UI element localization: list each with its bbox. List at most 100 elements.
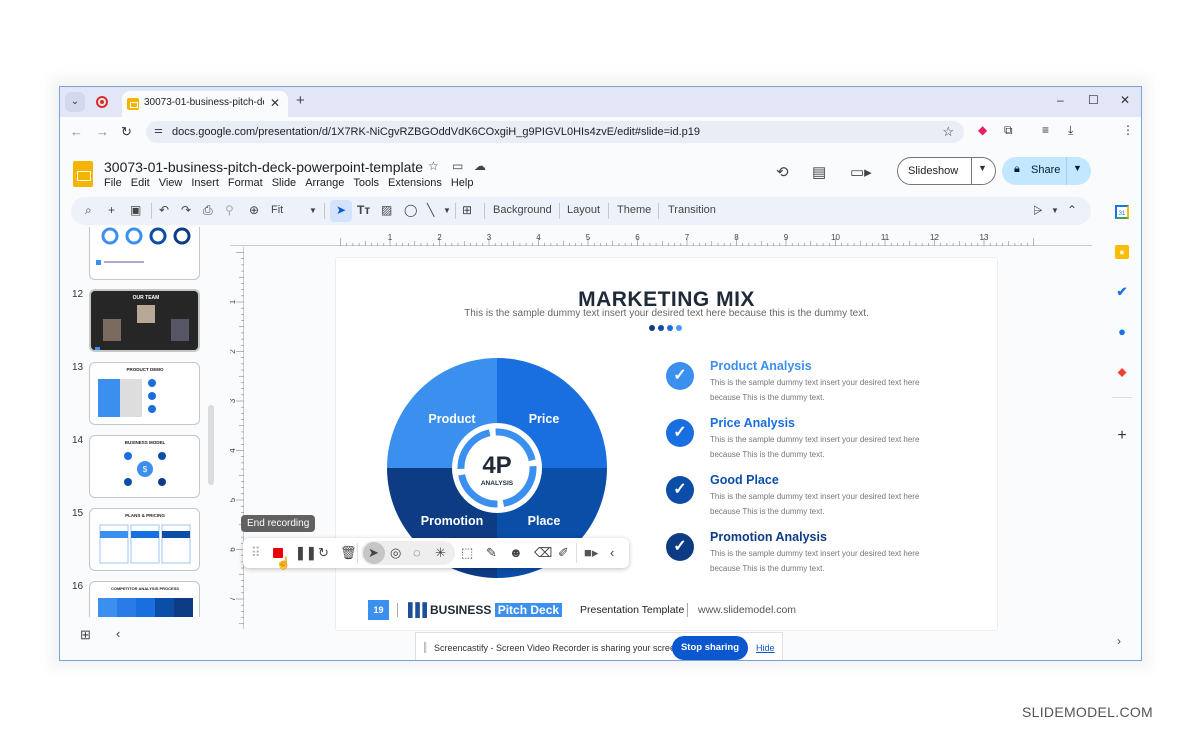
search-menus-icon[interactable]: ⌕ xyxy=(85,203,92,218)
keep-icon[interactable]: ● xyxy=(1115,245,1129,259)
meet-camera-icon[interactable]: ▭▸ xyxy=(850,163,872,181)
recording-indicator-icon[interactable] xyxy=(96,96,108,108)
menu-file[interactable]: File xyxy=(104,177,122,189)
layout-button[interactable]: Layout xyxy=(567,204,600,216)
line-icon[interactable]: ╲ xyxy=(427,203,434,217)
add-comment-icon[interactable]: ⊞ xyxy=(462,203,472,217)
background-button[interactable]: Background xyxy=(493,204,552,216)
tab-close-icon[interactable]: ✕ xyxy=(270,96,280,110)
spotlight-icon[interactable]: ◌ xyxy=(413,545,421,560)
maximize-button[interactable]: ☐ xyxy=(1088,93,1099,107)
star-icon[interactable]: ☆ xyxy=(428,159,439,173)
collapse-toolbar-icon[interactable]: ⌃ xyxy=(1067,203,1077,217)
shape-icon[interactable]: ◯ xyxy=(404,203,417,217)
menu-tools[interactable]: Tools xyxy=(353,177,379,189)
forward-icon[interactable]: → xyxy=(96,124,109,139)
text-box-icon[interactable]: Tт xyxy=(357,203,370,217)
add-addon-icon[interactable]: + xyxy=(1115,428,1129,444)
slide-thumbnail[interactable] xyxy=(89,227,200,280)
google-slides-logo[interactable] xyxy=(73,161,93,187)
theme-button[interactable]: Theme xyxy=(617,204,651,216)
menu-help[interactable]: Help xyxy=(451,177,474,189)
paint-format-icon[interactable]: ⚲ xyxy=(225,203,234,217)
tasks-icon[interactable]: ✔ xyxy=(1115,285,1129,299)
emoji-sticker-icon[interactable]: ☻ xyxy=(509,545,523,560)
collapse-filmstrip-icon[interactable]: ‹ xyxy=(116,626,120,641)
menu-insert[interactable]: Insert xyxy=(191,177,219,189)
eraser-icon[interactable]: ⌫ xyxy=(534,545,552,561)
expand-side-panel-icon[interactable]: › xyxy=(1117,634,1121,648)
webcam-icon[interactable]: ■▸ xyxy=(584,545,598,561)
url-text[interactable]: docs.google.com/presentation/d/1X7RK-NiC… xyxy=(172,126,700,138)
share-button[interactable]: 🔒︎ Share ▼ xyxy=(1002,157,1091,185)
print-icon[interactable]: ⎙ xyxy=(203,203,213,218)
download-icon[interactable]: ⤓ xyxy=(1068,123,1073,138)
close-window-button[interactable]: ✕ xyxy=(1120,93,1130,107)
slide-thumbnail[interactable]: COMPETITOR ANALYSIS PROCESS xyxy=(89,581,200,617)
pen-chevron-down-icon[interactable]: ▼ xyxy=(1051,206,1059,215)
undo-icon[interactable]: ↶ xyxy=(159,203,169,217)
tab-search-button[interactable]: ⌄ xyxy=(65,92,85,112)
contacts-icon[interactable]: ● xyxy=(1115,325,1129,339)
pointer-icon[interactable]: ➤ xyxy=(368,545,379,561)
slide-thumbnail[interactable]: PRODUCT DEMO xyxy=(89,362,200,425)
select-cursor-icon[interactable]: ➤ xyxy=(336,203,346,217)
new-slide-icon[interactable]: + xyxy=(108,203,115,217)
screencastify-extension-icon[interactable]: ◆ xyxy=(978,123,987,137)
crop-select-icon[interactable]: ⬚ xyxy=(461,545,473,561)
reload-icon[interactable]: ↻ xyxy=(121,124,132,140)
menu-view[interactable]: View xyxy=(159,177,183,189)
chevron-down-icon[interactable]: ▼ xyxy=(1073,163,1082,173)
menu-slide[interactable]: Slide xyxy=(272,177,296,189)
horizontal-ruler[interactable]: 1 2 3 4 5 6 7 8 9 10 11 12 13 xyxy=(230,232,1092,246)
slide-thumbnail[interactable]: PLANS & PRICING xyxy=(89,508,200,571)
insert-image-icon[interactable]: ▨ xyxy=(381,203,392,217)
menu-extensions[interactable]: Extensions xyxy=(388,177,442,189)
click-highlight-icon[interactable]: ◎ xyxy=(390,545,401,561)
zoom-select[interactable]: Fit xyxy=(271,204,283,216)
url-bar[interactable]: ⚌ docs.google.com/presentation/d/1X7RK-N… xyxy=(146,121,964,143)
menu-format[interactable]: Format xyxy=(228,177,263,189)
move-folder-icon[interactable]: ▭ xyxy=(452,159,463,173)
minimize-button[interactable]: – xyxy=(1057,93,1064,107)
active-tab[interactable]: 30073-01-business-pitch-deck-powerpoint-… xyxy=(122,91,288,117)
zoom-chevron-down-icon[interactable]: ▼ xyxy=(309,206,317,215)
reading-list-icon[interactable]: ≡ xyxy=(1042,123,1049,137)
slideshow-button[interactable]: Slideshow ▼ xyxy=(897,157,996,185)
chevron-down-icon[interactable]: ▼ xyxy=(978,163,987,173)
drag-handle-icon[interactable]: ║ xyxy=(422,642,428,652)
vertical-ruler[interactable]: 1 2 3 4 5 6 7 xyxy=(230,247,244,629)
pen-draw-icon[interactable]: ✎ xyxy=(486,545,497,561)
slide-thumbnail[interactable]: OUR TEAM xyxy=(89,289,200,352)
bookmark-star-icon[interactable]: ☆ xyxy=(942,124,954,140)
hide-annotations-icon[interactable]: ✐ xyxy=(558,545,569,561)
collapse-toolbar-icon[interactable]: ‹ xyxy=(610,545,614,560)
back-icon[interactable]: ← xyxy=(70,124,83,139)
restart-icon[interactable]: ↻ xyxy=(318,545,329,561)
pen-tool-icon[interactable]: ⩥ xyxy=(1033,203,1043,218)
filmstrip-scrollbar[interactable] xyxy=(208,405,214,485)
zoom-icon[interactable]: ⊕ xyxy=(249,203,259,217)
extensions-puzzle-icon[interactable]: ⧉ xyxy=(1004,123,1013,138)
hide-link[interactable]: Hide xyxy=(756,643,775,653)
maps-icon[interactable]: ⬥ xyxy=(1115,365,1129,379)
slide-thumbnail[interactable]: BUSINESS MODEL $ xyxy=(89,435,200,498)
stop-sharing-button[interactable]: Stop sharing xyxy=(672,636,748,660)
new-tab-button[interactable]: + xyxy=(296,92,305,109)
delete-icon[interactable]: 🗑︎ xyxy=(340,545,357,561)
click-effect-icon[interactable]: ✳ xyxy=(435,545,446,561)
document-title[interactable]: 30073-01-business-pitch-deck-powerpoint-… xyxy=(104,159,423,175)
calendar-icon[interactable]: 31 xyxy=(1115,205,1129,219)
menu-arrange[interactable]: Arrange xyxy=(305,177,344,189)
slide-layout-icon[interactable]: ▣ xyxy=(130,203,141,217)
site-info-icon[interactable]: ⚌ xyxy=(154,125,163,136)
menu-edit[interactable]: Edit xyxy=(131,177,150,189)
slide-subtitle[interactable]: This is the sample dummy text insert you… xyxy=(336,308,997,319)
browser-menu-icon[interactable]: ⋮ xyxy=(1122,123,1134,137)
version-history-icon[interactable]: ⟲ xyxy=(776,163,789,181)
pause-icon[interactable]: ❚❚ xyxy=(295,545,317,561)
slide-canvas[interactable]: MARKETING MIX This is the sample dummy t… xyxy=(336,258,997,630)
line-chevron-down-icon[interactable]: ▼ xyxy=(443,206,451,215)
comments-icon[interactable]: ▤ xyxy=(812,163,826,181)
grid-view-icon[interactable]: ⊞ xyxy=(80,627,91,643)
